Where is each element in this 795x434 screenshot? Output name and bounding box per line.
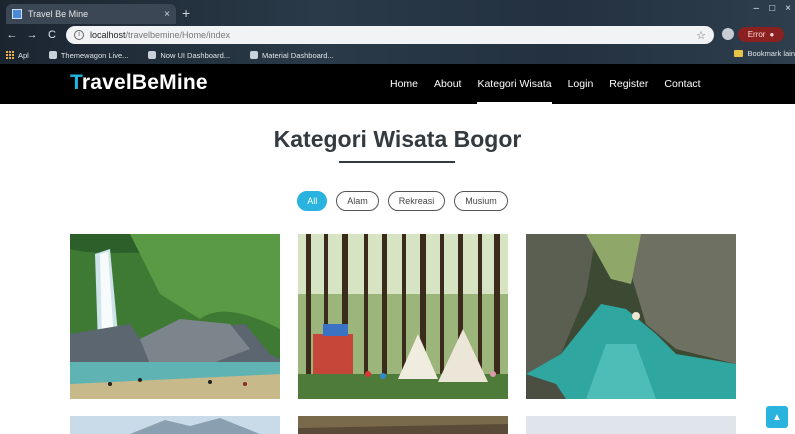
pine-forest-image [298, 234, 508, 399]
url-path: /travelbemine/Home/index [125, 30, 231, 40]
apps-grid-icon [6, 51, 14, 59]
bookmark-material[interactable]: Material Dashboard... [244, 51, 334, 60]
extension-icon[interactable] [722, 28, 734, 40]
filter-rekreasi-button[interactable]: Rekreasi [387, 191, 446, 211]
site-navbar: TravelBeMine Home About Kategori Wisata … [0, 64, 795, 104]
menu-register[interactable]: Register [609, 74, 648, 94]
category-filters: All Alam Rekreasi Musium [0, 191, 795, 211]
menu-about[interactable]: About [434, 74, 461, 94]
maximize-button[interactable]: □ [769, 3, 775, 14]
profile-icon: ● [769, 30, 775, 39]
star-icon[interactable]: ☆ [696, 29, 706, 42]
url-host: localhost [90, 30, 126, 40]
canyon-river-image [526, 234, 736, 399]
filter-alam-button[interactable]: Alam [336, 191, 379, 211]
brand-first-letter: T [70, 71, 82, 94]
address-bar[interactable]: i localhost/travelbemine/Home/index ☆ [66, 26, 714, 44]
tab-title: Travel Be Mine [28, 9, 89, 19]
tab-close-icon[interactable]: × [164, 9, 170, 20]
page-icon [250, 51, 259, 59]
menu-contact[interactable]: Contact [664, 74, 700, 94]
bookmark-label: Material Dashboard... [262, 50, 334, 60]
bookmark-apps[interactable]: Apl [0, 51, 29, 60]
close-window-button[interactable]: × [785, 3, 791, 14]
menu-home[interactable]: Home [390, 74, 418, 94]
bookmark-themewagon[interactable]: Themewagon Live... [43, 50, 129, 60]
folder-icon [734, 50, 744, 57]
menu-kategori-wisata[interactable]: Kategori Wisata [477, 74, 552, 104]
gallery-card-sky[interactable] [526, 416, 736, 434]
gallery-card-pine-forest[interactable] [298, 234, 508, 399]
arrow-left-icon[interactable]: ← [4, 29, 20, 41]
bookmarks-bar: Apl Themewagon Live... Now UI Dashboard.… [0, 46, 795, 64]
other-bookmarks-label: Bookmark lain [747, 49, 795, 58]
page-title: Kategori Wisata Bogor [273, 126, 522, 152]
window-controls: ‒ □ × [754, 3, 791, 14]
browser-chrome: Travel Be Mine × + ‒ □ × ← → C i localho… [0, 0, 795, 64]
favicon-icon [12, 9, 22, 19]
filter-musium-button[interactable]: Musium [454, 191, 508, 211]
menu-login[interactable]: Login [568, 74, 594, 94]
gallery-card-forest-dark[interactable] [298, 416, 508, 434]
bookmark-now-ui[interactable]: Now UI Dashboard... [142, 51, 230, 60]
sky-image [526, 416, 736, 434]
reload-icon[interactable]: C [44, 29, 60, 41]
mountain-image [70, 416, 280, 434]
forest-dark-image [298, 416, 508, 434]
main-menu: Home About Kategori Wisata Login Registe… [390, 64, 701, 104]
other-bookmarks[interactable]: Bookmark lain [734, 49, 795, 58]
minimize-button[interactable]: ‒ [754, 3, 760, 14]
info-icon[interactable]: i [74, 30, 84, 40]
bookmark-label: Apl [18, 50, 29, 60]
chevron-up-icon: ▲ [772, 411, 782, 423]
bookmark-label: Themewagon Live... [60, 50, 129, 60]
globe-icon [48, 51, 57, 59]
browser-toolbar: ← → C i localhost/travelbemine/Home/inde… [0, 24, 795, 46]
brand-logo[interactable]: TravelBeMine [70, 71, 208, 95]
title-divider [339, 161, 455, 163]
browser-tab[interactable]: Travel Be Mine × [6, 4, 176, 24]
brand-rest: ravelBeMine [81, 71, 208, 94]
page-icon [148, 51, 157, 59]
error-badge[interactable]: Error ● [738, 27, 784, 42]
waterfall-image [70, 234, 280, 399]
scroll-to-top-button[interactable]: ▲ [766, 406, 788, 428]
gallery-card-mountain[interactable] [70, 416, 280, 434]
bookmark-label: Now UI Dashboard... [160, 50, 231, 60]
tab-bar: Travel Be Mine × + ‒ □ × [0, 0, 795, 24]
gallery-card-waterfall[interactable] [70, 234, 280, 399]
new-tab-button[interactable]: + [182, 6, 190, 20]
filter-all-button[interactable]: All [297, 191, 328, 211]
gallery-card-canyon-river[interactable] [526, 234, 736, 399]
error-label: Error [747, 30, 766, 39]
arrow-right-icon[interactable]: → [24, 29, 40, 41]
